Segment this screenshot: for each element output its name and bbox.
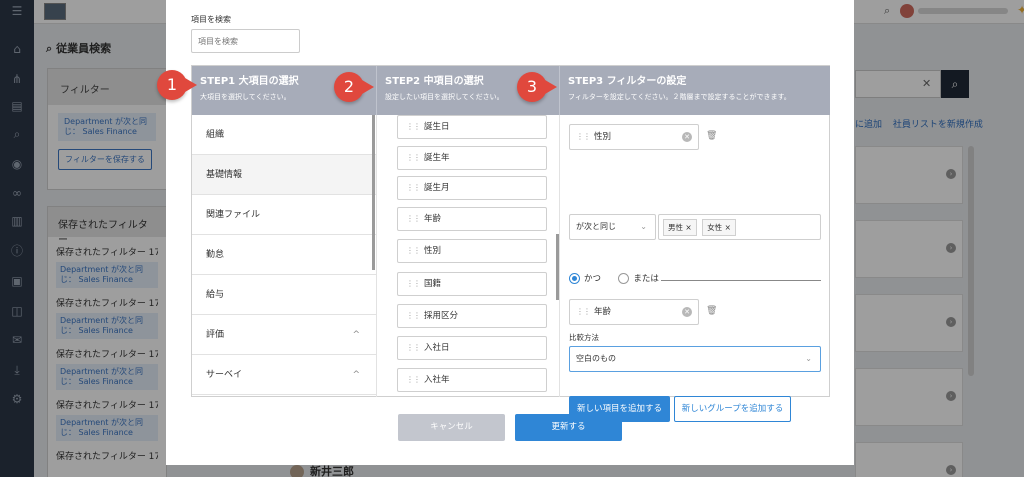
item-search-input[interactable] xyxy=(191,29,300,53)
sub-item[interactable]: ⋮⋮ 国籍 xyxy=(397,272,547,296)
divider xyxy=(661,280,821,281)
trash-icon[interactable]: 🗑 xyxy=(706,306,717,316)
logic-radio-group: かつ または xyxy=(569,272,821,288)
and-radio[interactable] xyxy=(569,273,580,284)
filter-modal: 項目を検索 STEP1 大項目の選択 大項目を選択してください。 STEP2 中… xyxy=(166,0,854,465)
drag-handle-icon[interactable]: ⋮⋮ xyxy=(406,116,421,138)
chevron-up-icon: ^ xyxy=(352,370,360,380)
category-scrollbar[interactable] xyxy=(372,115,375,270)
step3-header: STEP3 フィルターの設定 フィルターを設定してください。２階層まで設定するこ… xyxy=(559,66,830,115)
step3-badge: 3 xyxy=(517,72,557,102)
sub-item-list: ⋮⋮ 誕生日 ⋮⋮ 誕生年 ⋮⋮ 誕生月 ⋮⋮ 年齢 ⋮⋮ 性別 ⋮⋮ 国籍 ⋮⋮ 採用区分 … xyxy=(376,115,558,397)
drag-handle-icon[interactable]: ⋮⋮ xyxy=(406,305,421,327)
category-item[interactable]: 関連ファイル xyxy=(192,195,376,235)
sub-item[interactable]: ⋮⋮ 採用区分 xyxy=(397,304,547,328)
filter-steps: STEP1 大項目の選択 大項目を選択してください。 STEP2 中項目の選択 … xyxy=(191,65,830,422)
drag-handle-icon[interactable]: ⋮⋮ xyxy=(406,240,421,262)
value-tag[interactable]: 女性 × xyxy=(702,219,736,236)
values-input[interactable]: 男性 × 女性 × xyxy=(658,214,821,240)
filter-settings: ⋮⋮ 性別 ✕ 🗑 が次と同じ ⌄ 男性 × 女性 × かつ または ⋮⋮ 年齢 ✕ xyxy=(559,115,830,422)
compare-select[interactable]: 空白のもの ⌄ xyxy=(569,346,821,372)
sub-item[interactable]: ⋮⋮ 入社日 xyxy=(397,336,547,360)
add-group-button[interactable]: 新しいグループを追加する xyxy=(674,396,791,422)
drag-handle-icon[interactable]: ⋮⋮ xyxy=(406,273,421,295)
filter-field-age[interactable]: ⋮⋮ 年齢 ✕ xyxy=(569,299,699,325)
update-button[interactable]: 更新する xyxy=(515,414,622,441)
drag-handle-icon[interactable]: ⋮⋮ xyxy=(406,147,421,169)
step2-badge: 2 xyxy=(334,72,374,102)
cancel-button[interactable]: キャンセル xyxy=(398,414,505,441)
sub-item[interactable]: ⋮⋮ 性別 xyxy=(397,239,547,263)
remove-tag-icon[interactable]: × xyxy=(685,223,691,232)
category-item[interactable]: 基礎情報 xyxy=(192,155,376,195)
step3-title: STEP3 フィルターの設定 xyxy=(568,76,687,87)
chevron-down-icon: ⌄ xyxy=(640,222,647,231)
category-item[interactable]: 給与 xyxy=(192,275,376,315)
sub-item[interactable]: ⋮⋮ 入社年 xyxy=(397,368,547,392)
item-search-label: 項目を検索 xyxy=(191,15,231,24)
step3-subtitle: フィルターを設定してください。２階層まで設定することができます。 xyxy=(568,93,791,101)
drag-handle-icon[interactable]: ⋮⋮ xyxy=(406,337,421,359)
drag-handle-icon[interactable]: ⋮⋮ xyxy=(406,369,421,391)
clear-icon[interactable]: ✕ xyxy=(682,132,692,142)
chevron-up-icon: ^ xyxy=(352,330,360,340)
or-radio[interactable] xyxy=(618,273,630,284)
category-list: 組織 基礎情報 関連ファイル 勤怠 給与 評価 ^ サーベイ ^ xyxy=(192,115,376,397)
condition-select[interactable]: が次と同じ ⌄ xyxy=(569,214,656,240)
drag-handle-icon[interactable]: ⋮⋮ xyxy=(576,300,591,324)
sub-item[interactable]: ⋮⋮ 誕生年 xyxy=(397,146,547,170)
category-item[interactable]: 勤怠 xyxy=(192,235,376,275)
filter-field-gender[interactable]: ⋮⋮ 性別 ✕ xyxy=(569,124,699,150)
category-item[interactable]: 組織 xyxy=(192,115,376,155)
category-item[interactable]: サーベイ ^ xyxy=(192,355,376,395)
category-item[interactable]: 評価 ^ xyxy=(192,315,376,355)
step1-badge: 1 xyxy=(157,70,197,100)
drag-handle-icon[interactable]: ⋮⋮ xyxy=(406,177,421,199)
remove-tag-icon[interactable]: × xyxy=(725,223,731,232)
chevron-down-icon: ⌄ xyxy=(805,354,812,363)
value-tag[interactable]: 男性 × xyxy=(663,219,697,236)
sub-item[interactable]: ⋮⋮ 誕生月 xyxy=(397,176,547,200)
sub-item[interactable]: ⋮⋮ 年齢 xyxy=(397,207,547,231)
sub-item[interactable]: ⋮⋮ 誕生日 xyxy=(397,115,547,139)
drag-handle-icon[interactable]: ⋮⋮ xyxy=(406,208,421,230)
clear-icon[interactable]: ✕ xyxy=(682,307,692,317)
trash-icon[interactable]: 🗑 xyxy=(706,131,717,141)
drag-handle-icon[interactable]: ⋮⋮ xyxy=(576,125,591,149)
compare-label: 比較方法 xyxy=(569,333,599,342)
